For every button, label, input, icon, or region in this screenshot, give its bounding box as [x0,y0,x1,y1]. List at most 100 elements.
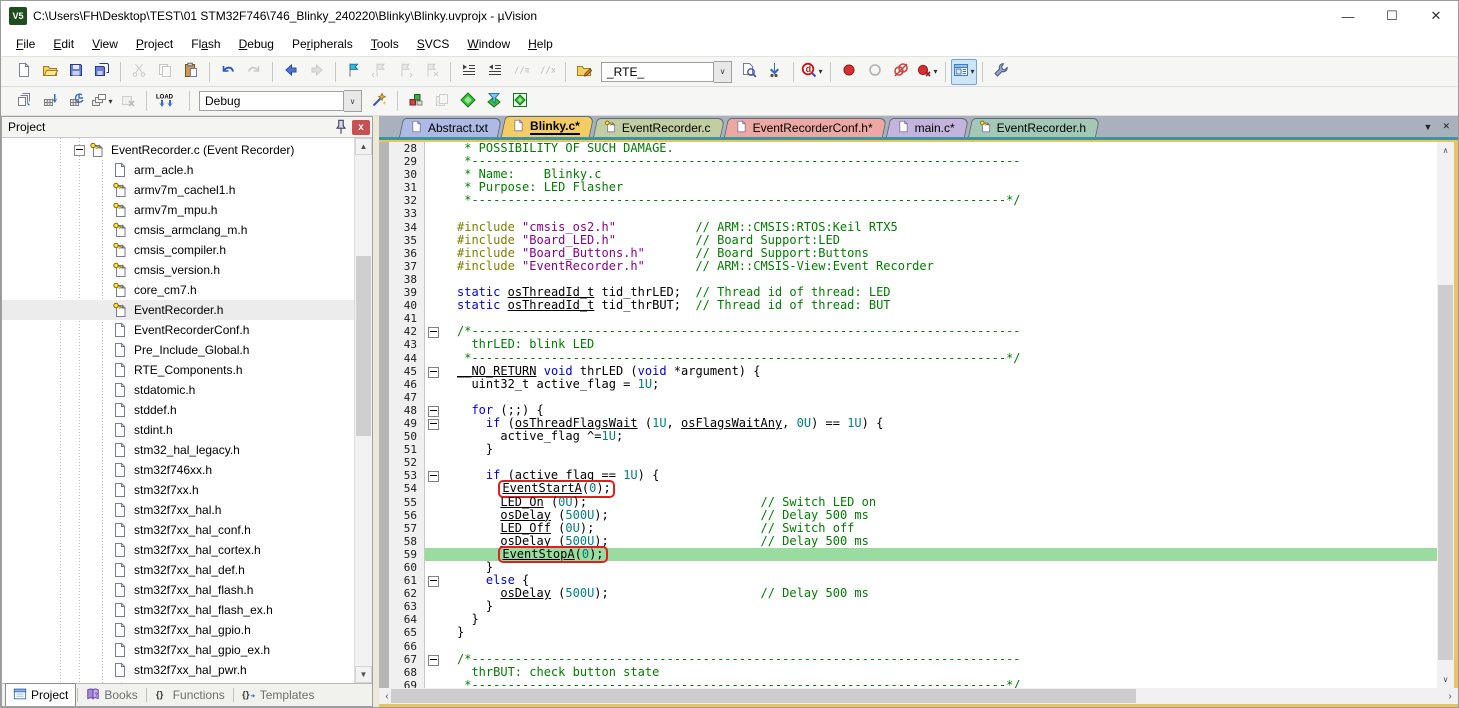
tree-item[interactable]: stm32f7xx_hal_gpio_ex.h [2,640,355,660]
tree-item[interactable]: stm32_hal_legacy.h [2,440,355,460]
manage-components-button[interactable] [403,88,429,114]
save-button[interactable] [63,59,89,85]
tree-item[interactable]: stm32f7xx_hal_pwr.h [2,660,355,680]
new-file-button[interactable] [11,59,37,85]
code-text[interactable]: active_flag ^=1U; [441,430,1437,443]
tree-item[interactable]: EventRecorder.h [2,300,355,320]
code-text[interactable]: *---------------------------------------… [441,679,1437,688]
code-text[interactable] [441,391,1437,404]
rte-combo-dropdown-icon[interactable]: ∨ [714,61,732,83]
open-folder-button[interactable] [37,59,63,85]
tree-item[interactable]: cmsis_compiler.h [2,240,355,260]
wrench-button[interactable] [988,59,1014,85]
menu-svcs[interactable]: SVCS [408,33,459,55]
close-button[interactable]: ✕ [1414,2,1458,31]
menu-flash[interactable]: Flash [182,33,229,55]
tab-list-dropdown-icon[interactable]: ▼ [1424,122,1433,132]
maximize-button[interactable]: ☐ [1370,2,1414,31]
tree-item[interactable]: stm32f7xx_hal_conf.h [2,520,355,540]
minimize-button[interactable]: — [1326,2,1370,31]
tree-item[interactable]: stm32f7xx_hal_def.h [2,560,355,580]
bookmark-toggle-button[interactable] [341,59,367,85]
tree-item[interactable]: EventRecorderConf.h [2,320,355,340]
incremental-find-button[interactable] [762,59,788,85]
fold-collapse-icon[interactable] [428,327,439,338]
configure-flash-button[interactable] [571,59,597,85]
indent-button[interactable] [456,59,482,85]
breakpoint-kill-all-dropdown-icon[interactable]: ▾ [933,67,937,76]
code-text[interactable]: } [441,443,1437,456]
batch-build-button[interactable]: ▾ [89,88,115,114]
wand-button[interactable] [366,88,392,114]
tree-item[interactable]: cmsis_armclang_m.h [2,220,355,240]
close-document-icon[interactable]: ✕ [1442,121,1450,132]
document-tab-eventrecorder.c[interactable]: EventRecorder.c [595,118,723,137]
document-tab-main.c[interactable]: main.c* [888,118,967,137]
code-text[interactable]: osDelay (500U); // Delay 500 ms [441,587,1437,600]
code-text[interactable]: uint32_t active_flag = 1U; [441,378,1437,391]
tree-item[interactable]: stm32f7xx_hal_cortex.h [2,540,355,560]
menu-debug[interactable]: Debug [230,33,283,55]
document-tab-abstract.txt[interactable]: Abstract.txt [401,118,500,137]
tree-item[interactable]: armv7m_mpu.h [2,200,355,220]
menu-tools[interactable]: Tools [362,33,408,55]
menu-help[interactable]: Help [519,33,562,55]
scroll-up-icon[interactable]: ∧ [1437,142,1454,159]
fold-collapse-icon[interactable] [428,406,439,417]
pin-icon[interactable] [332,120,350,135]
tree-item[interactable]: stdatomic.h [2,380,355,400]
tree-item[interactable]: stdint.h [2,420,355,440]
fold-collapse-icon[interactable] [428,655,439,666]
tree-item[interactable]: stm32f7xx_hal_flash.h [2,580,355,600]
paste-button[interactable] [178,59,204,85]
outdent-button[interactable] [482,59,508,85]
scrollbar-thumb[interactable] [1438,285,1453,660]
tree-item[interactable]: core_cm7.h [2,280,355,300]
code-text[interactable]: } [441,561,1437,574]
tree-item[interactable]: armv7m_cachel1.h [2,180,355,200]
save-all-button[interactable] [89,59,115,85]
target-combo-value[interactable]: Debug [199,91,344,111]
document-tab-eventrecorder.h[interactable]: EventRecorder.h [970,118,1098,137]
collapse-icon[interactable] [74,145,85,156]
code-text[interactable]: *---------------------------------------… [441,194,1437,207]
translate-button[interactable] [11,88,37,114]
tree-item[interactable]: stddef.h [2,400,355,420]
breakpoint-empty-button[interactable] [862,59,888,85]
tree-item[interactable]: stm32f7xx_hal_gpio.h [2,620,355,640]
code-text[interactable]: #include "EventRecorder.h" // ARM::CMSIS… [441,260,1437,273]
tree-item[interactable]: Pre_Include_Global.h [2,340,355,360]
breakpoint-disable-all-button[interactable] [888,59,914,85]
code-text[interactable]: } [441,613,1437,626]
workspace-tab-functions[interactable]: {}Functions [148,684,232,706]
tree-item[interactable]: RTE_Components.h [2,360,355,380]
tree-item[interactable]: stm32f7xx.h [2,480,355,500]
menu-view[interactable]: View [83,33,127,55]
window-layout-button[interactable]: ▾ [951,59,977,85]
code-lines[interactable]: 28 * POSSIBILITY OF SUCH DAMAGE.29 *----… [379,142,1437,688]
pack-installer-button[interactable] [507,88,533,114]
project-tree-scrollbar[interactable]: ▲ ▼ [354,138,372,683]
breakpoint-kill-all-button[interactable]: ▾ [914,59,940,85]
menu-window[interactable]: Window [458,33,519,55]
scroll-down-icon[interactable]: ▼ [355,666,372,683]
tree-item[interactable]: stm32f7xx_hal_pwr_ex.h [2,680,355,683]
tree-item[interactable]: arm_acle.h [2,160,355,180]
rte-combo[interactable]: _RTE_∨ [601,62,732,82]
select-packs-button[interactable] [481,88,507,114]
editor-horizontal-scrollbar[interactable]: ‹ › [379,688,1458,704]
tree-item[interactable]: stm32f746xx.h [2,460,355,480]
code-text[interactable]: EventStopA(0); [441,548,1437,561]
target-combo[interactable]: Debug∨ [199,91,362,111]
document-tab-eventrecorderconf.h[interactable]: EventRecorderConf.h* [726,118,885,137]
document-tab-blinky.c[interactable]: Blinky.c* [503,116,592,137]
batch-build-dropdown-icon[interactable]: ▾ [108,97,112,106]
workspace-tab-books[interactable]: ?Books [79,684,144,706]
code-text[interactable]: } [441,626,1437,639]
tree-item[interactable]: stm32f7xx_hal.h [2,500,355,520]
find-in-files-button[interactable] [736,59,762,85]
menu-project[interactable]: Project [127,33,182,55]
tree-item[interactable]: stm32f7xx_hal_flash_ex.h [2,600,355,620]
rebuild-button[interactable] [63,88,89,114]
breakpoint-insert-button[interactable] [836,59,862,85]
